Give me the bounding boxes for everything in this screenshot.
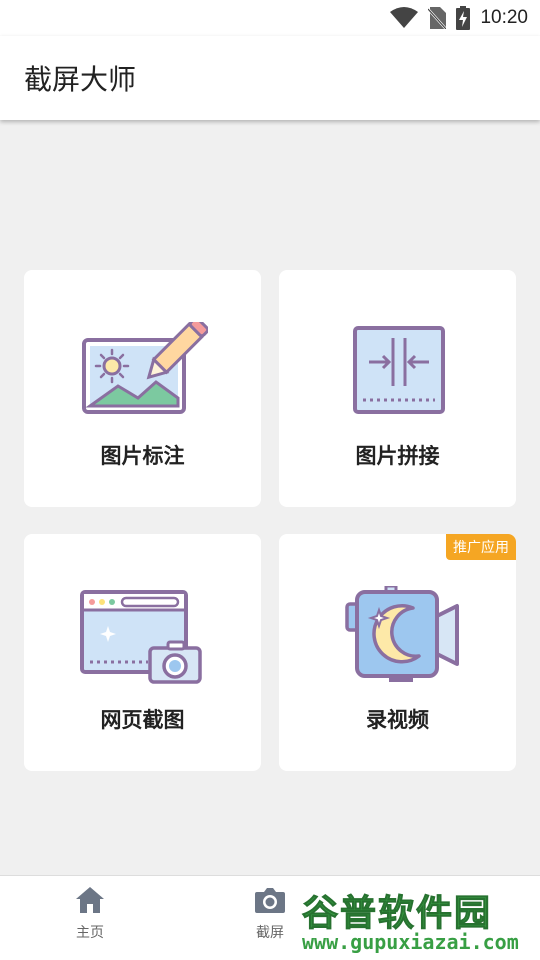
clock: 10:20	[480, 7, 528, 28]
battery-charging-icon	[456, 6, 471, 30]
record-video-icon	[344, 586, 459, 682]
feature-label: 图片标注	[100, 444, 185, 468]
promo-badge: 推广应用	[446, 534, 516, 560]
status-bar: 10:20	[0, 0, 540, 36]
camera-icon	[255, 888, 285, 913]
webpage-screenshot-icon	[79, 590, 202, 684]
watermark-title: 谷普软件园	[301, 893, 493, 935]
home-icon	[76, 887, 104, 913]
feature-label: 图片拼接	[355, 444, 440, 468]
image-annotate-icon	[81, 322, 208, 414]
wifi-icon	[390, 7, 419, 28]
feature-label: 录视频	[366, 708, 429, 732]
page-title: 截屏大师	[24, 63, 137, 96]
image-stitch-icon	[352, 326, 445, 414]
feature-label: 网页截图	[100, 708, 185, 732]
nav-item-home[interactable]: 主页	[40, 886, 140, 942]
nav-label: 主页	[76, 925, 104, 941]
feature-card-webpage-screenshot[interactable]: 网页截图	[24, 534, 261, 771]
feature-card-image-stitch[interactable]: 图片拼接	[279, 270, 516, 507]
watermark-url: www.gupuxiazai.com	[302, 930, 519, 954]
feature-card-record-video[interactable]: 推广应用 录视频	[279, 534, 516, 771]
watermark: 谷普软件园 www.gupuxiazai.com	[296, 880, 540, 960]
feature-card-image-annotate[interactable]: 图片标注	[24, 270, 261, 507]
app-bar: 截屏大师	[0, 36, 540, 120]
no-sim-icon	[428, 7, 447, 29]
